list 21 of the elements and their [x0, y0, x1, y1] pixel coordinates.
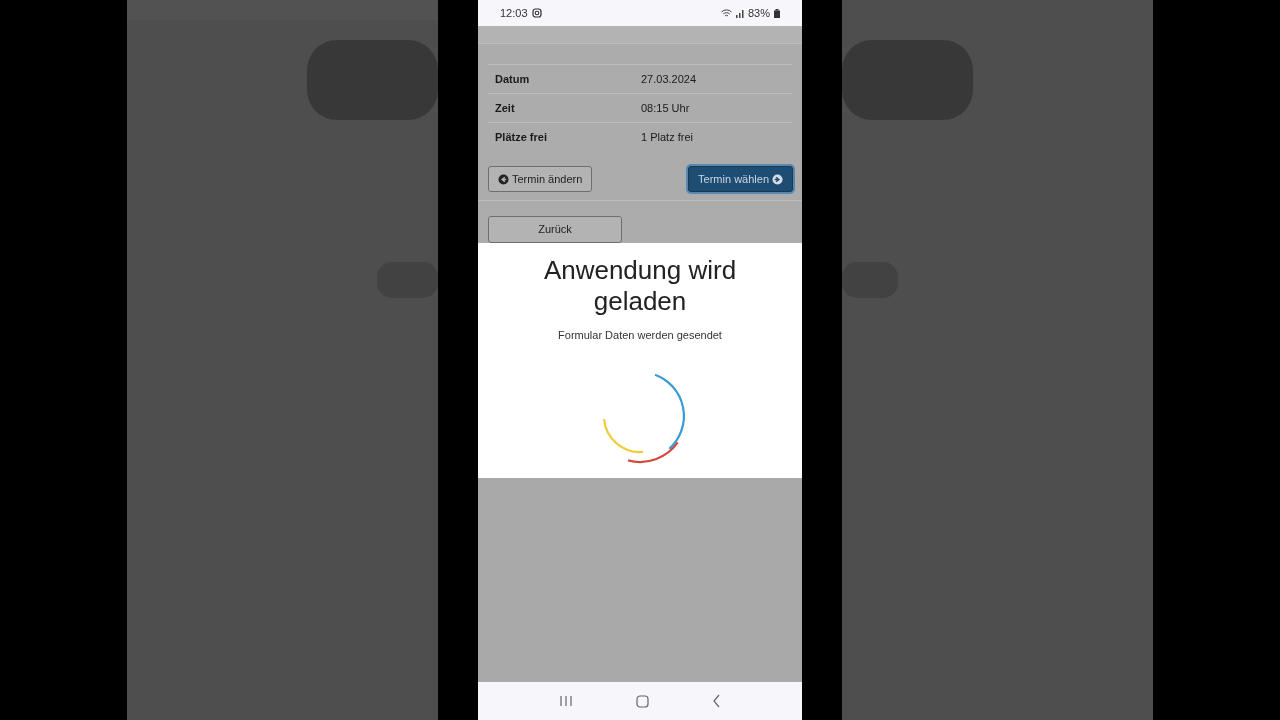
dialog-message: Formular Daten werden gesendet — [558, 328, 722, 343]
back-button[interactable]: Termin ändern — [488, 166, 593, 192]
detail-value: 1 Platz frei — [641, 129, 693, 145]
wifi-icon — [720, 8, 732, 18]
arrow-right-icon — [772, 173, 783, 185]
signal-icon — [735, 8, 744, 18]
battery-icon — [774, 8, 780, 18]
clock: 12:03 — [500, 5, 528, 21]
battery-level: 83% — [747, 5, 770, 21]
detail-label: Zeit — [495, 100, 516, 116]
arrow-left-icon — [498, 173, 509, 185]
home-icon[interactable] — [636, 694, 649, 708]
back-button[interactable]: Zurück — [488, 216, 622, 243]
detail-label: Plätze frei — [495, 129, 548, 145]
dialog-title: Anwendung wird geladen — [542, 255, 738, 317]
detail-value: 08:15 Uhr — [641, 100, 690, 116]
back-icon[interactable] — [711, 694, 721, 708]
detail-label: Datum — [495, 71, 531, 87]
next-button[interactable]: Termin wählen — [688, 166, 793, 192]
camera-icon — [531, 8, 542, 18]
detail-value: 27.03.2024 — [641, 71, 697, 87]
